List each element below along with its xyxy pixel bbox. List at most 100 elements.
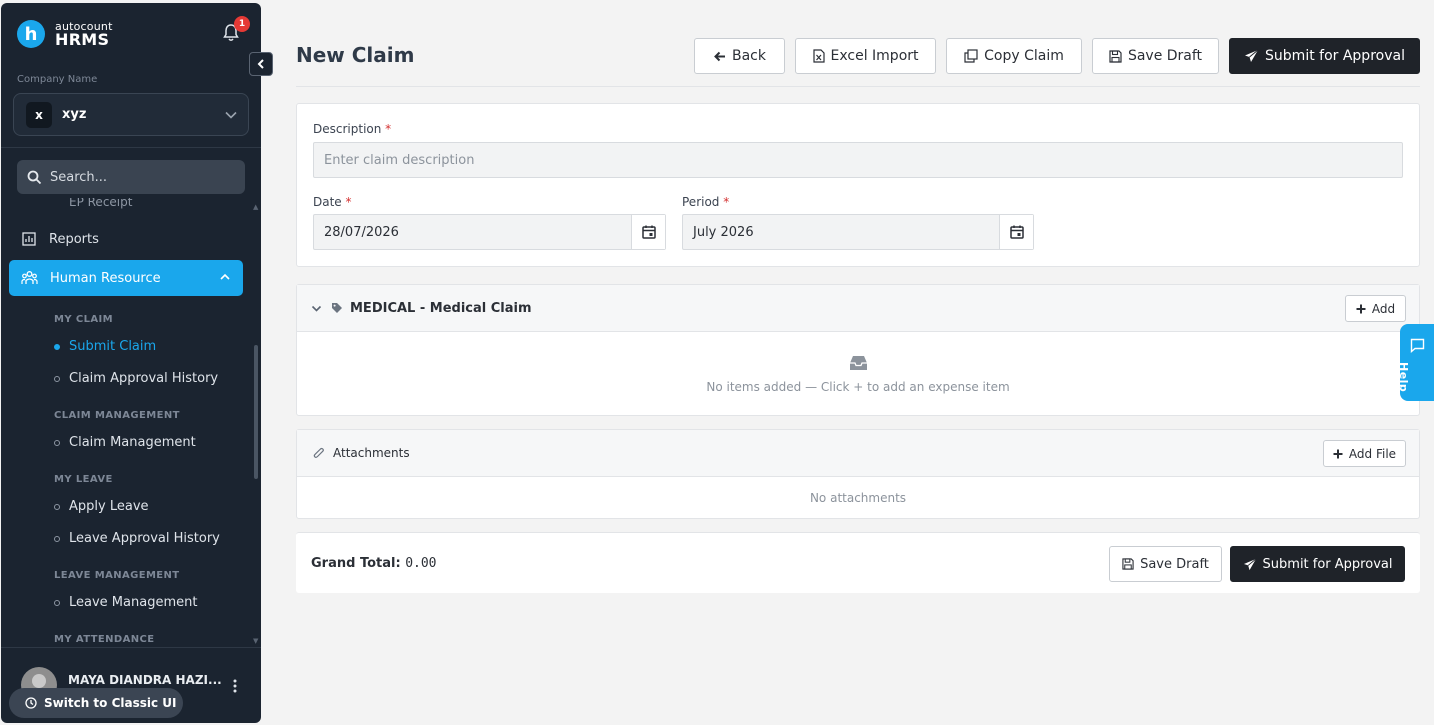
nav-item-label: Claim Approval History xyxy=(69,371,219,386)
button-label: Copy Claim xyxy=(984,48,1064,64)
nav-item-claim-approval-history[interactable]: Claim Approval History xyxy=(54,371,218,386)
date-input[interactable]: 28/07/2026 xyxy=(313,214,666,250)
nav-item-human-resource[interactable]: Human Resource xyxy=(9,260,243,296)
nav-item-leave-management[interactable]: Leave Management xyxy=(54,595,197,610)
calendar-icon xyxy=(641,225,656,239)
copy-icon xyxy=(964,49,978,63)
attachments-section: Attachments Add File No attachments xyxy=(296,429,1420,519)
chevron-down-icon[interactable] xyxy=(311,305,322,313)
circle-icon xyxy=(54,503,60,510)
button-label: Submit for Approval xyxy=(1265,48,1405,64)
nav-menu: EP Receipt Reports Human Resource MY CLA… xyxy=(1,198,261,646)
active-dot-icon xyxy=(54,343,60,350)
add-item-button[interactable]: Add xyxy=(1345,295,1406,322)
back-button[interactable]: Back xyxy=(694,38,785,74)
chat-icon xyxy=(1410,338,1425,353)
search-input[interactable]: Search... xyxy=(17,160,245,194)
save-icon xyxy=(1109,49,1122,63)
nav-item-reports[interactable]: Reports xyxy=(21,231,99,247)
nav-item-label: Leave Approval History xyxy=(69,531,220,546)
button-label: Excel Import xyxy=(830,48,919,64)
send-icon xyxy=(1245,49,1259,62)
circle-icon xyxy=(54,375,60,382)
period-input[interactable]: July 2026 xyxy=(682,214,1034,250)
user-name: MAYA DIANDRA HAZI... xyxy=(68,673,222,687)
grand-total-value: 0.00 xyxy=(405,556,437,571)
scroll-up-icon[interactable]: ▲ xyxy=(253,203,258,211)
tag-icon xyxy=(332,303,342,313)
more-vertical-icon[interactable] xyxy=(232,679,238,693)
footer-save-draft-button[interactable]: Save Draft xyxy=(1109,546,1222,582)
inbox-icon xyxy=(850,356,867,370)
arrow-left-icon xyxy=(714,51,725,61)
circle-icon xyxy=(54,535,60,542)
grand-total-label: Grand Total: xyxy=(311,556,401,571)
nav-item-submit-claim[interactable]: Submit Claim xyxy=(54,339,156,354)
nav-item-apply-leave[interactable]: Apply Leave xyxy=(54,499,149,514)
description-input[interactable]: Enter claim description xyxy=(313,142,1403,178)
scroll-down-icon[interactable]: ▼ xyxy=(253,637,258,645)
classic-ui-label: Switch to Classic UI xyxy=(44,696,177,710)
nav-item-label: Reports xyxy=(49,231,99,247)
button-label: Add xyxy=(1371,301,1396,316)
nav-item-label: Human Resource xyxy=(50,270,161,286)
company-select[interactable]: x xyz xyxy=(13,93,249,136)
brand-logo-icon: h xyxy=(17,20,45,48)
brand[interactable]: h autocount HRMS xyxy=(17,20,113,48)
send-icon xyxy=(1243,558,1256,570)
save-icon xyxy=(1122,558,1134,570)
switch-classic-ui-button[interactable]: Switch to Classic UI xyxy=(9,688,183,718)
section-leave-management: LEAVE MANAGEMENT xyxy=(54,570,180,581)
button-label: Save Draft xyxy=(1140,556,1209,572)
empty-items-message: No items added — Click + to add an expen… xyxy=(706,380,1010,394)
copy-claim-button[interactable]: Copy Claim xyxy=(946,38,1082,74)
chevron-left-icon xyxy=(257,59,264,69)
clock-icon xyxy=(25,697,37,709)
save-draft-button[interactable]: Save Draft xyxy=(1092,38,1219,74)
sidebar-collapse-button[interactable] xyxy=(249,52,273,76)
nav-item-ep-receipt[interactable]: EP Receipt xyxy=(69,198,132,209)
company-label: Company Name xyxy=(17,74,98,85)
nav-item-label: Submit Claim xyxy=(69,339,157,354)
reports-icon xyxy=(22,232,36,246)
help-label: Help xyxy=(1397,362,1410,393)
button-label: Save Draft xyxy=(1127,48,1203,64)
submit-for-approval-button[interactable]: Submit for Approval xyxy=(1229,38,1420,74)
period-label: Period * xyxy=(682,195,730,209)
search-icon xyxy=(27,170,42,184)
period-picker-button[interactable] xyxy=(999,215,1033,249)
date-picker-button[interactable] xyxy=(631,215,665,249)
notification-badge: 1 xyxy=(234,16,250,32)
excel-import-button[interactable]: Excel Import xyxy=(795,38,936,74)
divider xyxy=(1,647,261,648)
nav-item-claim-management[interactable]: Claim Management xyxy=(54,435,196,450)
claim-type-title: MEDICAL - Medical Claim xyxy=(350,301,532,316)
circle-icon xyxy=(54,439,60,446)
nav-item-leave-approval-history[interactable]: Leave Approval History xyxy=(54,531,220,546)
company-avatar: x xyxy=(26,101,52,128)
button-label: Back xyxy=(732,48,766,64)
circle-icon xyxy=(54,599,60,606)
empty-attachments-message: No attachments xyxy=(809,491,907,505)
claim-form-card: Description * Enter claim description Da… xyxy=(296,103,1420,267)
button-label: Add File xyxy=(1348,446,1397,461)
nav-item-label: Leave Management xyxy=(69,595,198,610)
divider xyxy=(1,147,261,148)
section-header[interactable]: MEDICAL - Medical Claim Add xyxy=(297,285,1419,332)
add-file-button[interactable]: Add File xyxy=(1323,440,1406,467)
button-label: Submit for Approval xyxy=(1262,556,1393,572)
description-label: Description * xyxy=(313,122,392,136)
divider xyxy=(296,86,1420,87)
sidebar-scrollbar[interactable] xyxy=(254,345,258,479)
chevron-up-icon xyxy=(220,273,230,280)
search-placeholder: Search... xyxy=(50,169,108,185)
period-value: July 2026 xyxy=(693,224,754,240)
company-name: xyz xyxy=(62,107,87,122)
section-my-attendance: MY ATTENDANCE xyxy=(54,634,155,645)
footer-submit-button[interactable]: Submit for Approval xyxy=(1230,546,1405,582)
plus-icon xyxy=(1333,449,1343,458)
date-value: 28/07/2026 xyxy=(324,224,399,240)
excel-file-icon xyxy=(812,49,825,63)
plus-icon xyxy=(1356,304,1366,313)
grand-total: Grand Total: 0.00 xyxy=(311,556,437,571)
